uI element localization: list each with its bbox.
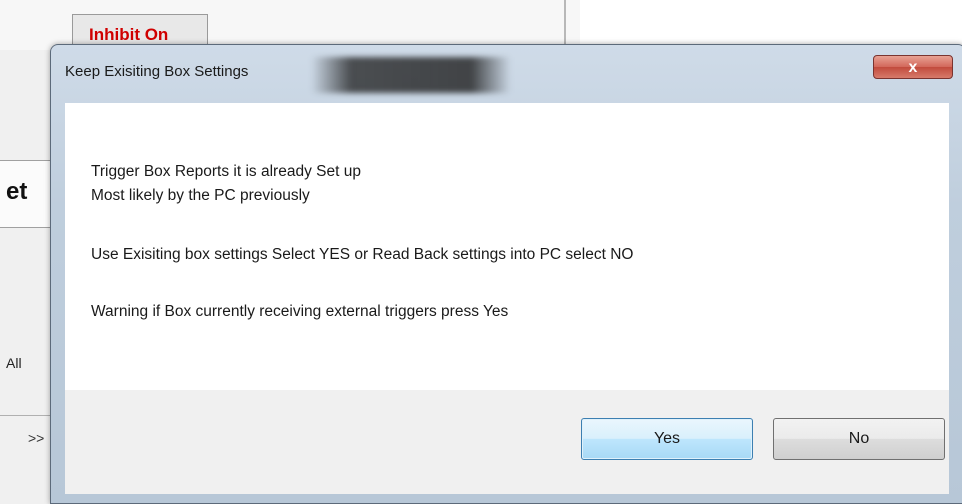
close-icon: x: [908, 59, 918, 76]
yes-button[interactable]: Yes: [581, 418, 753, 460]
background-arrow-button[interactable]: >>: [28, 430, 44, 446]
no-button[interactable]: No: [773, 418, 945, 460]
dialog-button-area: Yes No: [65, 390, 949, 494]
close-button[interactable]: x: [873, 55, 953, 79]
no-button-label: No: [848, 430, 870, 447]
dialog-title: Keep Exisiting Box Settings: [65, 63, 249, 80]
title-bar-shadow: [311, 57, 511, 93]
message-line-1: Trigger Box Reports it is already Set up: [91, 163, 361, 180]
message-line-4: Warning if Box currently receiving exter…: [91, 303, 509, 320]
message-line-3: Use Exisiting box settings Select YES or…: [91, 246, 634, 263]
yes-button-label: Yes: [653, 430, 681, 447]
message-dialog: Keep Exisiting Box Settings x Trigger Bo…: [50, 44, 962, 504]
message-line-2: Most likely by the PC previously: [91, 187, 310, 204]
background-all-label: All: [6, 355, 22, 371]
dialog-content: Trigger Box Reports it is already Set up…: [65, 103, 949, 390]
background-tab-label: et: [6, 178, 28, 205]
